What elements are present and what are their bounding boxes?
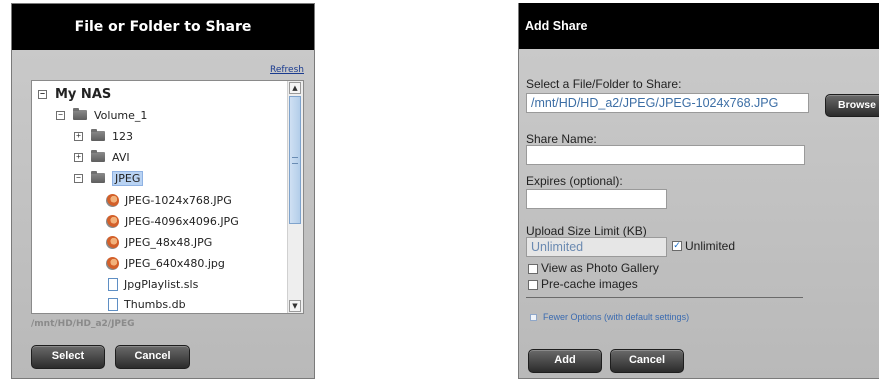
tree-node-label: JPEG_48x48.JPG bbox=[125, 235, 213, 249]
tree-node-folder[interactable]: + AVI bbox=[74, 148, 130, 166]
share-name-label: Share Name: bbox=[526, 132, 597, 146]
divider bbox=[526, 297, 803, 298]
tree-node-volume[interactable]: − Volume_1 bbox=[56, 106, 147, 124]
tree-node-root[interactable]: − My NAS bbox=[38, 85, 111, 103]
collapse-icon[interactable]: − bbox=[56, 110, 65, 120]
photo-gallery-checkbox[interactable] bbox=[528, 264, 538, 274]
tree-node-label: AVI bbox=[112, 150, 130, 164]
folder-icon bbox=[73, 108, 87, 120]
tree-node-label: JPEG-1024x768.JPG bbox=[125, 193, 232, 207]
tree-node-label: 123 bbox=[112, 129, 133, 143]
tree-node-file[interactable]: JPEG_640x480.jpg bbox=[106, 254, 225, 272]
add-share-dialog: Add Share Select a File/Folder to Share:… bbox=[518, 3, 879, 379]
folder-icon bbox=[91, 150, 105, 162]
tree-scrollbar[interactable]: ▲ ▼ bbox=[287, 81, 303, 313]
unlimited-checkbox[interactable]: ✓ bbox=[672, 241, 682, 251]
scroll-thumb[interactable] bbox=[289, 96, 301, 224]
browse-button[interactable]: Browse bbox=[825, 94, 879, 117]
folder-icon bbox=[91, 171, 105, 183]
file-folder-share-dialog: File or Folder to Share Refresh − My NAS… bbox=[11, 3, 315, 379]
dialog-title: Add Share bbox=[519, 3, 879, 49]
tree-node-file[interactable]: JPEG_48x48.JPG bbox=[106, 233, 212, 251]
expires-label: Expires (optional): bbox=[526, 174, 623, 188]
photo-gallery-label: View as Photo Gallery bbox=[541, 261, 659, 275]
collapse-options-icon[interactable] bbox=[530, 314, 537, 321]
tree-node-label: JPEG bbox=[112, 170, 144, 186]
image-file-icon bbox=[106, 193, 119, 207]
collapse-icon[interactable]: − bbox=[38, 89, 47, 99]
tree-node-file[interactable]: JPEG-1024x768.JPG bbox=[106, 191, 232, 209]
expand-icon[interactable]: + bbox=[74, 131, 83, 141]
select-button[interactable]: Select bbox=[31, 345, 105, 369]
tree-node-label: My NAS bbox=[55, 86, 112, 102]
expand-icon[interactable]: + bbox=[74, 152, 83, 162]
tree-node-label: Volume_1 bbox=[94, 108, 148, 122]
tree-node-label: JPEG_640x480.jpg bbox=[125, 256, 225, 270]
image-file-icon bbox=[106, 235, 119, 249]
cancel-button[interactable]: Cancel bbox=[115, 345, 190, 369]
tree-node-file[interactable]: JPEG-4096x4096.JPG bbox=[106, 212, 239, 230]
refresh-link[interactable]: Refresh bbox=[270, 65, 304, 75]
document-file-icon bbox=[108, 297, 118, 311]
folder-icon bbox=[91, 129, 105, 141]
tree-node-label: JpgPlaylist.sls bbox=[124, 277, 199, 291]
image-file-icon bbox=[106, 256, 119, 270]
tree-node-file[interactable]: JpgPlaylist.sls bbox=[108, 275, 198, 293]
grip-icon bbox=[292, 156, 298, 164]
tree-node-file[interactable]: Thumbs.db bbox=[108, 295, 186, 313]
tree-node-label: Thumbs.db bbox=[124, 297, 186, 311]
cancel-button[interactable]: Cancel bbox=[610, 349, 684, 373]
dialog-body: Select a File/Folder to Share: /mnt/HD/H… bbox=[519, 49, 879, 378]
scroll-up-icon[interactable]: ▲ bbox=[289, 82, 301, 94]
precache-checkbox[interactable] bbox=[528, 280, 538, 290]
collapse-icon[interactable]: − bbox=[74, 173, 83, 183]
image-file-icon bbox=[106, 214, 119, 228]
unlimited-label: Unlimited bbox=[685, 239, 736, 253]
select-path-label: Select a File/Folder to Share: bbox=[526, 77, 682, 91]
scroll-down-icon[interactable]: ▼ bbox=[289, 300, 301, 312]
dialog-title: File or Folder to Share bbox=[12, 4, 314, 50]
share-path-field[interactable]: /mnt/HD/HD_a2/JPEG/JPEG-1024x768.JPG bbox=[526, 93, 809, 113]
share-name-field[interactable] bbox=[526, 145, 805, 165]
dialog-body: Refresh − My NAS − Volume_1 + 123 + AVI … bbox=[12, 50, 314, 378]
upload-limit-label: Upload Size Limit (KB) bbox=[526, 224, 647, 238]
document-file-icon bbox=[108, 277, 118, 291]
fewer-options-link[interactable]: Fewer Options (with default settings) bbox=[543, 312, 689, 322]
current-path: /mnt/HD/HD_a2/JPEG bbox=[31, 319, 135, 329]
tree-node-folder-selected[interactable]: − JPEG bbox=[74, 169, 144, 187]
tree-node-label: JPEG-4096x4096.JPG bbox=[125, 214, 239, 228]
add-button[interactable]: Add bbox=[528, 349, 602, 373]
upload-limit-field[interactable]: Unlimited bbox=[526, 237, 667, 257]
precache-label: Pre-cache images bbox=[541, 277, 638, 291]
expires-field[interactable] bbox=[526, 189, 667, 209]
tree-node-folder[interactable]: + 123 bbox=[74, 127, 133, 145]
folder-tree[interactable]: − My NAS − Volume_1 + 123 + AVI − JPEG J… bbox=[31, 80, 304, 314]
